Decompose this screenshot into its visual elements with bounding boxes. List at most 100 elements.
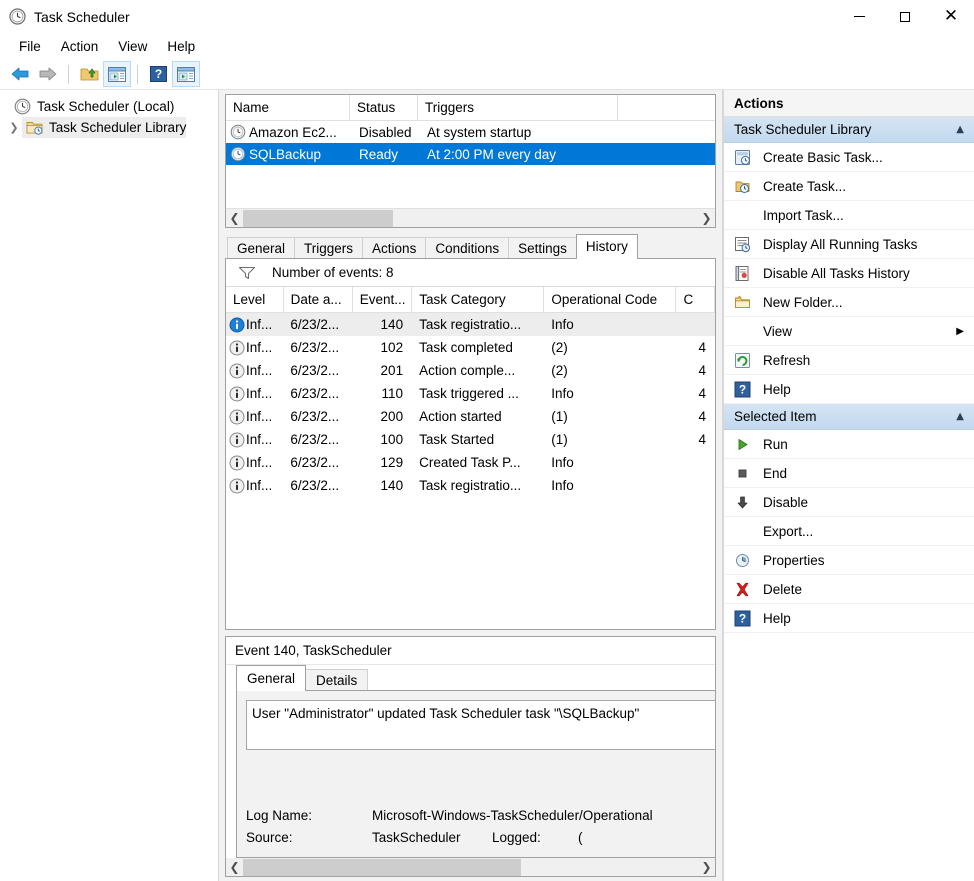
chevron-up-icon[interactable]: ▲ bbox=[956, 411, 964, 422]
table-row[interactable]: Amazon Ec2... Disabled At system startup bbox=[226, 121, 715, 143]
tree-item-task-scheduler-library[interactable]: Task Scheduler Library bbox=[22, 117, 186, 138]
action-properties[interactable]: Properties bbox=[724, 546, 974, 575]
task-list-hscrollbar[interactable]: ❮ ❯ bbox=[226, 208, 715, 227]
toolbar-separator-1 bbox=[68, 65, 69, 84]
action-refresh[interactable]: Refresh bbox=[724, 346, 974, 375]
task-list: Name Status Triggers Amazon Ec2... Disab… bbox=[225, 94, 716, 228]
cell-name: Amazon Ec2... bbox=[248, 125, 352, 140]
scroll-track[interactable] bbox=[243, 859, 698, 876]
column-header-status[interactable]: Status bbox=[350, 95, 418, 120]
info-icon-selected bbox=[229, 317, 245, 333]
cell-level-label: Inf... bbox=[246, 363, 272, 378]
column-header-name[interactable]: Name bbox=[226, 95, 350, 120]
action-delete[interactable]: Delete bbox=[724, 575, 974, 604]
action-label: Properties bbox=[763, 553, 964, 568]
clock-icon bbox=[9, 8, 26, 25]
menu-help[interactable]: Help bbox=[157, 37, 205, 56]
create-basic-task-icon bbox=[734, 149, 751, 166]
column-header-operational-code[interactable]: Operational Code bbox=[544, 287, 676, 312]
table-row[interactable]: Inf... 6/23/2... 100 Task Started (1) 4 bbox=[226, 428, 715, 451]
chevron-right-icon[interactable]: ❯ bbox=[698, 859, 715, 876]
action-export[interactable]: Export... bbox=[724, 517, 974, 546]
scroll-track[interactable] bbox=[243, 210, 698, 227]
forward-button[interactable] bbox=[34, 61, 62, 87]
table-row[interactable]: Inf... 6/23/2... 201 Action comple... (2… bbox=[226, 359, 715, 382]
title-bar: Task Scheduler ✕ bbox=[0, 0, 974, 33]
help-button[interactable]: ? bbox=[144, 61, 172, 87]
up-folder-button[interactable] bbox=[75, 61, 103, 87]
spacer bbox=[246, 750, 715, 804]
menu-view[interactable]: View bbox=[108, 37, 157, 56]
actions-group-selected-item[interactable]: Selected Item ▲ bbox=[724, 404, 974, 430]
table-row[interactable]: Inf... 6/23/2... 140 Task registratio...… bbox=[226, 474, 715, 497]
svg-text:?: ? bbox=[154, 67, 161, 81]
tree-item-task-scheduler-local[interactable]: Task Scheduler (Local) bbox=[0, 96, 218, 117]
action-import-task[interactable]: Import Task... bbox=[724, 201, 974, 230]
action-disable[interactable]: Disable bbox=[724, 488, 974, 517]
tab-settings[interactable]: Settings bbox=[508, 237, 577, 259]
table-row[interactable]: Inf... 6/23/2... 140 Task registratio...… bbox=[226, 313, 715, 336]
cell-level-label: Inf... bbox=[246, 432, 272, 447]
action-new-folder[interactable]: New Folder... bbox=[724, 288, 974, 317]
tab-conditions[interactable]: Conditions bbox=[425, 237, 509, 259]
chevron-left-icon[interactable]: ❮ bbox=[226, 859, 243, 876]
actions-group-task-scheduler-library[interactable]: Task Scheduler Library ▲ bbox=[724, 117, 974, 143]
chevron-up-icon[interactable]: ▲ bbox=[956, 124, 964, 135]
tab-triggers[interactable]: Triggers bbox=[294, 237, 363, 259]
action-view[interactable]: View ▶ bbox=[724, 317, 974, 346]
column-header-event-id[interactable]: Event... bbox=[353, 287, 413, 312]
svg-text:?: ? bbox=[739, 611, 746, 625]
tab-event-details[interactable]: Details bbox=[305, 669, 368, 691]
table-row[interactable]: Inf... 6/23/2... 129 Created Task P... I… bbox=[226, 451, 715, 474]
cell-level-label: Inf... bbox=[246, 340, 272, 355]
column-header-level[interactable]: Level bbox=[226, 287, 284, 312]
menu-file[interactable]: File bbox=[9, 37, 51, 56]
action-create-basic-task[interactable]: Create Basic Task... bbox=[724, 143, 974, 172]
action-end[interactable]: End bbox=[724, 459, 974, 488]
tab-actions[interactable]: Actions bbox=[362, 237, 426, 259]
action-run[interactable]: Run bbox=[724, 430, 974, 459]
info-icon bbox=[229, 409, 245, 425]
table-row[interactable]: Inf... 6/23/2... 102 Task completed (2) … bbox=[226, 336, 715, 359]
clock-icon bbox=[230, 124, 246, 140]
action-create-task[interactable]: Create Task... bbox=[724, 172, 974, 201]
maximize-button[interactable] bbox=[882, 0, 928, 33]
source-label: Source: bbox=[246, 830, 372, 845]
action-help-selected[interactable]: ? Help bbox=[724, 604, 974, 633]
table-row[interactable]: Inf... 6/23/2... 110 Task triggered ... … bbox=[226, 382, 715, 405]
table-row[interactable]: Inf... 6/23/2... 200 Action started (1) … bbox=[226, 405, 715, 428]
tab-general[interactable]: General bbox=[227, 237, 295, 259]
cell-triggers: At 2:00 PM every day bbox=[420, 147, 670, 162]
action-label: Help bbox=[763, 611, 964, 626]
action-disable-all-tasks-history[interactable]: Disable All Tasks History bbox=[724, 259, 974, 288]
column-header-date-and-time[interactable]: Date a... bbox=[284, 287, 353, 312]
cell-operational-code: Info bbox=[544, 386, 676, 401]
event-list-rows: Inf... 6/23/2... 140 Task registratio...… bbox=[226, 313, 715, 629]
scroll-thumb[interactable] bbox=[243, 210, 393, 227]
close-button[interactable]: ✕ bbox=[928, 0, 974, 33]
back-button[interactable] bbox=[6, 61, 34, 87]
action-display-all-running-tasks[interactable]: Display All Running Tasks bbox=[724, 230, 974, 259]
table-row[interactable]: SQLBackup Ready At 2:00 PM every day bbox=[226, 143, 715, 165]
action-help[interactable]: ? Help bbox=[724, 375, 974, 404]
show-hide-tree-button[interactable] bbox=[103, 61, 131, 87]
show-hide-action-pane-button[interactable] bbox=[172, 61, 200, 87]
column-header-triggers[interactable]: Triggers bbox=[418, 95, 618, 120]
menu-action[interactable]: Action bbox=[51, 37, 109, 56]
chevron-right-icon[interactable]: ❯ bbox=[698, 210, 715, 227]
properties-icon bbox=[734, 552, 751, 569]
clock-icon bbox=[14, 98, 31, 115]
chevron-right-icon[interactable]: ❯ bbox=[6, 121, 22, 134]
minimize-button[interactable] bbox=[836, 0, 882, 33]
tab-history[interactable]: History bbox=[576, 234, 638, 259]
event-detail-hscrollbar[interactable]: ❮ ❯ bbox=[226, 858, 715, 876]
scroll-thumb[interactable] bbox=[243, 859, 521, 876]
logged-label: Logged: bbox=[492, 830, 578, 845]
tab-event-general[interactable]: General bbox=[236, 665, 306, 691]
chevron-left-icon[interactable]: ❮ bbox=[226, 210, 243, 227]
cell-level: Inf... bbox=[226, 317, 283, 333]
column-header-task-category[interactable]: Task Category bbox=[412, 287, 544, 312]
column-header-correlation[interactable]: C bbox=[676, 287, 715, 312]
info-icon bbox=[229, 455, 245, 471]
action-label: Refresh bbox=[763, 353, 964, 368]
